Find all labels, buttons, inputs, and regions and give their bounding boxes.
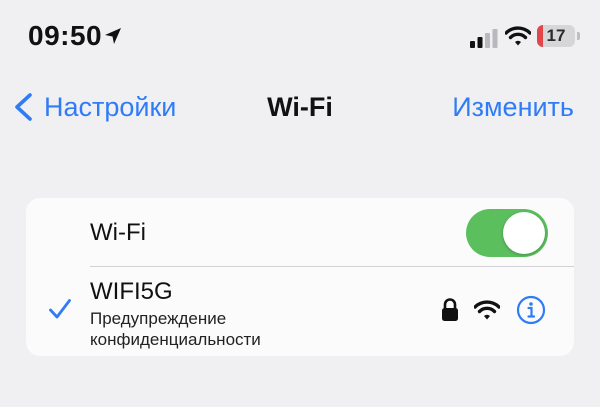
network-row-wifi5g[interactable]: WIFI5G Предупреждение конфиденциальности [26, 267, 574, 356]
status-bar: 09:50 17 [0, 0, 600, 72]
wifi-signal-icon [474, 300, 500, 320]
info-icon[interactable] [516, 295, 546, 325]
cellular-signal-icon [470, 29, 498, 48]
privacy-warning: Предупреждение конфиденциальности [90, 309, 261, 349]
wifi-icon [505, 26, 531, 46]
wifi-toggle-row: Wi-Fi [26, 198, 574, 266]
wifi-settings-card: Wi-Fi WIFI5G Предупреждение конфиденциал… [26, 198, 574, 356]
toggle-knob [503, 212, 545, 254]
edit-button[interactable]: Изменить [452, 92, 574, 123]
wifi-toggle[interactable] [466, 209, 548, 257]
wifi-row-label: Wi-Fi [90, 219, 146, 246]
battery-level: 17 [546, 26, 566, 45]
nav-bar: Настройки Wi-Fi Изменить [0, 80, 600, 136]
location-arrow-icon [105, 28, 121, 44]
network-name: WIFI5G [90, 278, 173, 305]
checkmark-icon [49, 299, 71, 319]
status-time: 09:50 [28, 20, 103, 51]
lock-icon [442, 298, 458, 321]
battery-cap [577, 32, 580, 40]
battery-icon: 17 [537, 25, 575, 47]
